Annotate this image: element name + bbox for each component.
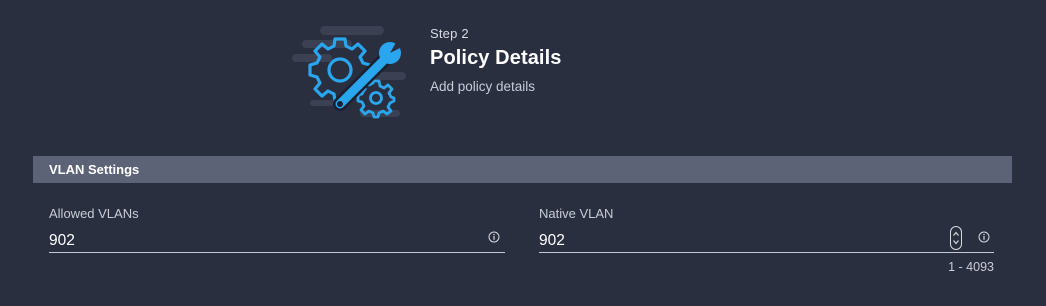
- step-label: Step 2: [430, 26, 469, 41]
- native-vlan-label: Native VLAN: [539, 206, 614, 221]
- native-vlan-range-hint: 1 - 4093: [948, 260, 994, 274]
- allowed-vlans-value[interactable]: 902: [49, 232, 75, 250]
- section-title: VLAN Settings: [49, 162, 140, 177]
- step-header: Step 2 Policy Details Add policy details: [430, 26, 561, 94]
- allowed-vlans-field: Allowed VLANs 902: [49, 206, 505, 256]
- native-vlan-value[interactable]: 902: [539, 232, 565, 250]
- native-vlan-field: Native VLAN 902: [539, 206, 994, 256]
- gear-wrench-icon: [292, 26, 406, 119]
- allowed-vlans-label: Allowed VLANs: [49, 206, 139, 221]
- stepper-up-icon[interactable]: [953, 231, 959, 237]
- allowed-vlans-input[interactable]: 902: [49, 229, 505, 253]
- page-title: Policy Details: [430, 47, 562, 69]
- vlan-settings-section-header: VLAN Settings: [33, 156, 1012, 183]
- policy-details-page: Step 2 Policy Details Add policy details…: [0, 0, 1046, 306]
- native-vlan-input[interactable]: 902: [539, 226, 994, 253]
- stepper-down-icon[interactable]: [953, 239, 959, 245]
- stepper-icon[interactable]: [950, 226, 962, 250]
- info-icon[interactable]: [978, 231, 990, 243]
- info-icon[interactable]: [488, 231, 500, 243]
- page-subtitle: Add policy details: [430, 79, 536, 94]
